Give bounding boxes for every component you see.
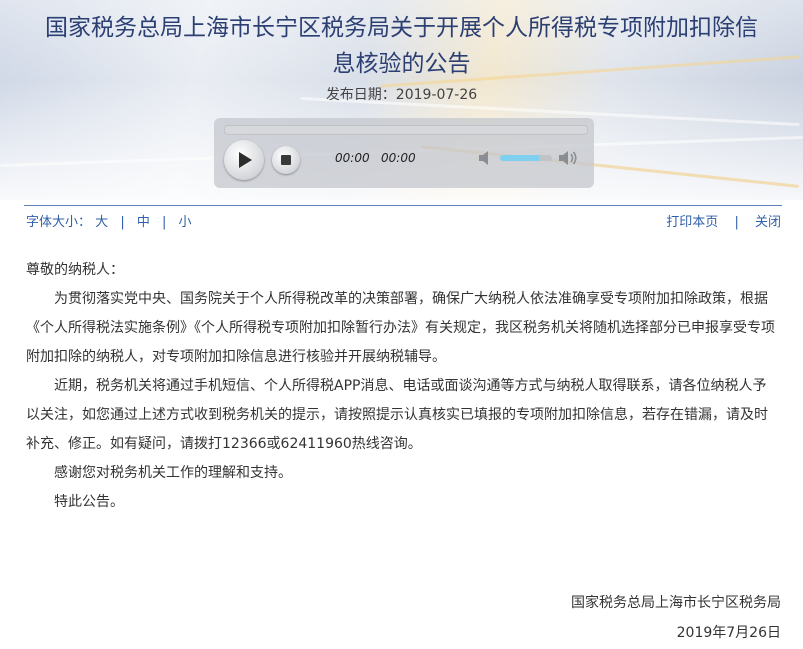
article-body: 尊敬的纳税人： 为贯彻落实党中央、国务院关于个人所得税改革的决策部署，确保广大纳… [26,256,780,517]
play-icon [239,152,252,168]
paragraph: 近期，税务机关将通过手机短信、个人所得税APP消息、电话或面谈沟通等方式与纳税人… [26,378,768,452]
audio-progress-bar[interactable] [224,125,588,135]
stop-icon [281,155,291,165]
paragraph: 特此公告。 [54,494,124,510]
duration: 00:00 [381,151,416,165]
volume-max-icon[interactable] [558,150,580,166]
divider [24,205,782,206]
volume-slider[interactable] [500,155,552,161]
stop-button[interactable] [272,146,300,174]
title-line-2: 息核验的公告 [332,51,471,77]
font-size-large[interactable]: 大 [95,211,108,230]
audio-player: 00:00 00:00 [214,118,594,188]
print-link[interactable]: 打印本页 [666,215,718,230]
page-tools: 打印本页 | 关闭 [666,211,781,230]
signature-date: 2019年7月26日 [676,625,781,641]
font-size-controls: 字体大小： 大 | 中 | 小 [26,211,192,230]
title-line-1: 国家税务总局上海市长宁区税务局关于开展个人所得税专项附加扣除信 [45,15,758,41]
signature-org: 国家税务总局上海市长宁区税务局 [571,595,781,611]
current-time: 00:00 [335,151,370,165]
separator: | [162,215,167,230]
separator: | [734,215,739,230]
font-size-medium[interactable]: 中 [137,211,150,230]
font-size-small[interactable]: 小 [179,211,192,230]
greeting: 尊敬的纳税人： [26,262,124,278]
paragraph: 感谢您对税务机关工作的理解和支持。 [54,465,292,481]
separator: | [120,215,125,230]
font-size-label: 字体大小： [26,215,92,230]
play-button[interactable] [224,140,264,180]
paragraph: 为贯彻落实党中央、国务院关于个人所得税改革的决策部署，确保广大纳税人依法准确享受… [26,291,775,365]
mute-icon[interactable] [478,150,496,166]
publish-date: 发布日期：2019-07-26 [325,87,478,103]
volume-level [500,155,539,161]
page-title: 国家税务总局上海市长宁区税务局关于开展个人所得税专项附加扣除信 息核验的公告 [20,10,783,82]
signature-block: 国家税务总局上海市长宁区税务局 2019年7月26日 [571,588,781,648]
close-link[interactable]: 关闭 [755,215,781,230]
